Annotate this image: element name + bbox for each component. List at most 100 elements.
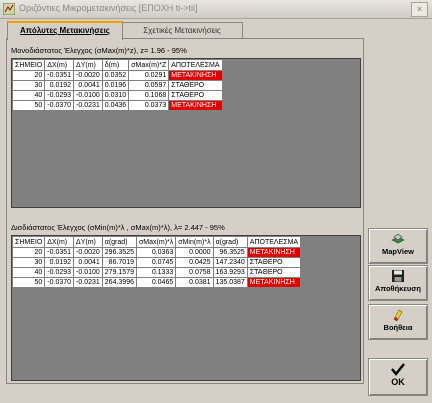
table-cell[interactable]: 30	[12, 80, 46, 91]
table-cell[interactable]: -0.0370	[44, 100, 75, 111]
table-cell[interactable]: -0.0020	[73, 70, 103, 81]
table-row[interactable]: 50 -0.0370 -0.0231 264.3996 0.0465 0.0381 135.…	[12, 277, 302, 288]
tab-absolute-displacements[interactable]: Απόλυτες Μετακινήσεις	[7, 21, 123, 40]
column-header[interactable]: α(grad)	[212, 236, 248, 248]
window-title: Οριζόντιες Μικρομετακινήσεις [ΕΠΟΧΗ ti->…	[19, 3, 198, 13]
column-header[interactable]: ΣΗΜΕΙΟ	[12, 59, 46, 71]
table-cell[interactable]: 0.0745	[135, 257, 177, 268]
table-cell[interactable]: 0.0381	[175, 277, 214, 288]
section1-label: Μονοδιάστατος Έλεγχος (σMax(m)*z), z= 1.…	[11, 46, 187, 55]
table-cell[interactable]: 0.0425	[175, 257, 214, 268]
table-header-row: ΣΗΜΕΙΟ ΔX(m) ΔY(m) α(grad) σMax(m)*λ σMin(m)*…	[12, 236, 302, 248]
save-label: Αποθήκευση	[375, 284, 421, 293]
table-cell[interactable]: 0.0041	[73, 80, 103, 91]
column-header[interactable]: ΔY(m)	[73, 236, 103, 248]
table-cell[interactable]: -0.0351	[44, 247, 75, 258]
table-cell[interactable]: 0.0310	[101, 90, 130, 101]
table-cell[interactable]: 0.0000	[175, 247, 214, 258]
column-header[interactable]: ΣΗΜΕΙΟ	[12, 236, 46, 248]
table-cell[interactable]: -0.0370	[44, 277, 75, 288]
help-label: Βοήθεια	[383, 323, 413, 332]
table-cell[interactable]: 163.9293	[212, 267, 248, 278]
ok-label: OK	[391, 377, 405, 387]
table-cell[interactable]: 0.0291	[128, 70, 170, 81]
table-cell[interactable]: -0.0293	[44, 267, 75, 278]
table-row[interactable]: 30 0.0192 0.0041 86.7019 0.0745 0.0425 147.234…	[12, 257, 302, 268]
table-cell[interactable]: -0.0100	[73, 90, 103, 101]
column-header[interactable]: ΔX(m)	[44, 59, 75, 71]
table-cell[interactable]: 0.0041	[73, 257, 103, 268]
section2-label: Δισδιάστατος Έλεγχος (σMin(m)*λ , σMax(m…	[11, 223, 225, 232]
table-cell[interactable]: 0.0758	[175, 267, 214, 278]
result-cell[interactable]: ΜΕΤΑΚΙΝΗΣΗ	[168, 100, 223, 111]
table-cell[interactable]: 279.1579	[101, 267, 137, 278]
table-cell[interactable]: 0.1333	[135, 267, 177, 278]
table-cell[interactable]: 0.0352	[101, 70, 130, 81]
table-row[interactable]: 30 0.0192 0.0041 0.0196 0.0597 ΣΤΑΘΕΡΟ	[12, 80, 223, 91]
column-header[interactable]: ΔX(m)	[44, 236, 75, 248]
map-icon	[391, 233, 405, 244]
table-cell[interactable]: -0.0020	[73, 247, 103, 258]
table-cell[interactable]: 264.3996	[101, 277, 137, 288]
mapview-label: MapView	[382, 247, 414, 256]
table-cell[interactable]: 40	[12, 267, 46, 278]
column-header[interactable]: ΔY(m)	[73, 59, 103, 71]
table-row[interactable]: 40 -0.0293 -0.0100 279.1579 0.1333 0.0758 163.…	[12, 267, 302, 278]
grid-1d[interactable]: ΣΗΜΕΙΟ ΔX(m) ΔY(m) δ(m) σMax(m)*Z ΑΠΟΤΕΛΕΣΜΑ 2…	[11, 58, 361, 208]
table-cell[interactable]: 0.1068	[128, 90, 170, 101]
column-header[interactable]: σMax(m)*λ	[135, 236, 177, 248]
table-cell[interactable]: 30	[12, 257, 46, 268]
table-cell[interactable]: 20	[12, 70, 46, 81]
table-cell[interactable]: 86.7019	[101, 257, 137, 268]
floppy-disk-icon	[392, 270, 404, 282]
grid-2d[interactable]: ΣΗΜΕΙΟ ΔX(m) ΔY(m) α(grad) σMax(m)*λ σMin(m)*…	[11, 235, 361, 381]
table-cell[interactable]: -0.0293	[44, 90, 75, 101]
tab-relative-displacements[interactable]: Σχετικές Μετακινήσεις	[121, 22, 243, 38]
table-cell[interactable]: 0.0196	[101, 80, 130, 91]
column-header[interactable]: δ(m)	[101, 59, 130, 71]
table-row[interactable]: 20 -0.0351 -0.0020 0.0352 0.0291 ΜΕΤΑΚΙΝΗΣΗ	[12, 70, 223, 81]
table-cell[interactable]: -0.0351	[44, 70, 75, 81]
table-cell[interactable]: 96.3525	[212, 247, 248, 258]
table-cell[interactable]: 0.0465	[135, 277, 177, 288]
result-cell[interactable]: ΣΤΑΘΕΡΟ	[168, 80, 223, 91]
help-button[interactable]: Βοήθεια	[368, 304, 428, 340]
table-cell[interactable]: 50	[12, 277, 46, 288]
result-cell[interactable]: ΣΤΑΘΕΡΟ	[246, 257, 302, 268]
column-header[interactable]: ΑΠΟΤΕΛΕΣΜΑ	[168, 59, 223, 71]
table-cell[interactable]: 50	[12, 100, 46, 111]
table-cell[interactable]: 0.0597	[128, 80, 170, 91]
result-cell[interactable]: ΜΕΤΑΚΙΝΗΣΗ	[246, 277, 302, 288]
checkmark-icon	[391, 363, 405, 376]
table-cell[interactable]: 0.0192	[44, 257, 75, 268]
table-row[interactable]: 40 -0.0293 -0.0100 0.0310 0.1068 ΣΤΑΘΕΡΟ	[12, 90, 223, 101]
result-cell[interactable]: ΜΕΤΑΚΙΝΗΣΗ	[246, 247, 302, 258]
close-button[interactable]: ×	[411, 2, 428, 17]
ok-button[interactable]: OK	[368, 358, 428, 396]
table-cell[interactable]: 40	[12, 90, 46, 101]
column-header[interactable]: α(grad)	[101, 236, 137, 248]
result-cell[interactable]: ΣΤΑΘΕΡΟ	[246, 267, 302, 278]
table-row[interactable]: 50 -0.0370 -0.0231 0.0436 0.0373 ΜΕΤΑΚΙΝΗΣΗ	[12, 100, 223, 111]
table-cell[interactable]: 135.0387	[212, 277, 248, 288]
table-cell[interactable]: -0.0231	[73, 277, 103, 288]
result-cell[interactable]: ΣΤΑΘΕΡΟ	[168, 90, 223, 101]
table-cell[interactable]: 0.0363	[135, 247, 177, 258]
save-button[interactable]: Αποθήκευση	[368, 265, 428, 301]
table-cell[interactable]: 0.0373	[128, 100, 170, 111]
table-header-row: ΣΗΜΕΙΟ ΔX(m) ΔY(m) δ(m) σMax(m)*Z ΑΠΟΤΕΛΕΣΜΑ	[12, 59, 223, 71]
table-cell[interactable]: 296.3525	[101, 247, 137, 258]
column-header[interactable]: σMin(m)*λ	[175, 236, 214, 248]
column-header[interactable]: σMax(m)*Z	[128, 59, 170, 71]
table-cell[interactable]: 20	[12, 247, 46, 258]
result-cell[interactable]: ΜΕΤΑΚΙΝΗΣΗ	[168, 70, 223, 81]
table-cell[interactable]: 0.0192	[44, 80, 75, 91]
table-row[interactable]: 20 -0.0351 -0.0020 296.3525 0.0363 0.0000 96.3…	[12, 247, 302, 258]
mapview-button[interactable]: MapView	[368, 228, 428, 264]
table-cell[interactable]: 0.0436	[101, 100, 130, 111]
column-header[interactable]: ΑΠΟΤΕΛΕΣΜΑ	[246, 236, 302, 248]
table-cell[interactable]: -0.0231	[73, 100, 103, 111]
table-cell[interactable]: -0.0100	[73, 267, 103, 278]
table-cell[interactable]: 147.2340	[212, 257, 248, 268]
title-bar: Οριζόντιες Μικρομετακινήσεις [ΕΠΟΧΗ ti->…	[0, 0, 432, 19]
